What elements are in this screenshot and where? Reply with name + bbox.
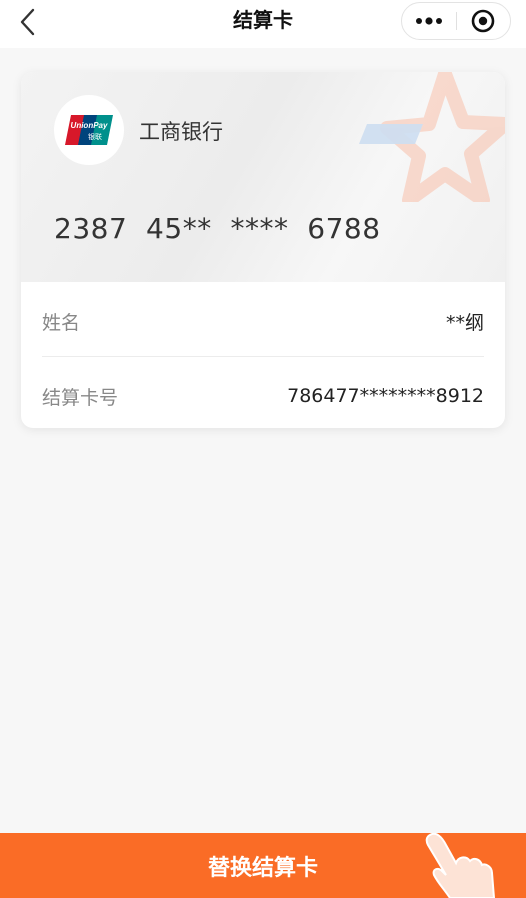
close-button[interactable] bbox=[456, 3, 510, 39]
pointing-hand-icon bbox=[425, 833, 496, 898]
star-watermark-icon bbox=[359, 72, 505, 202]
card-number-value: 786477********8912 bbox=[287, 385, 484, 407]
name-label: 姓名 bbox=[42, 311, 81, 334]
more-dots-icon bbox=[415, 17, 442, 25]
settlement-card: UnionPay 银联 工商银行 2387 45** **** 6788 姓名 … bbox=[21, 72, 505, 428]
target-close-icon bbox=[471, 9, 495, 33]
top-nav: 结算卡 bbox=[0, 0, 526, 48]
more-button[interactable] bbox=[402, 3, 456, 39]
unionpay-logo-icon: UnionPay 银联 bbox=[65, 115, 113, 145]
info-row-card-number: 结算卡号 786477********8912 bbox=[42, 359, 484, 428]
mini-program-capsule bbox=[401, 2, 511, 40]
info-row-name: 姓名 **纲 bbox=[42, 284, 484, 358]
svg-text:银联: 银联 bbox=[88, 132, 102, 141]
svg-text:UnionPay: UnionPay bbox=[71, 121, 108, 130]
card-face: UnionPay 银联 工商银行 2387 45** **** 6788 bbox=[21, 72, 505, 282]
bank-name: 工商银行 bbox=[139, 120, 223, 144]
replace-card-label: 替换结算卡 bbox=[207, 855, 318, 881]
name-value: **纲 bbox=[445, 311, 484, 334]
bank-logo: UnionPay 银联 bbox=[54, 95, 124, 165]
card-number: 2387 45** **** 6788 bbox=[54, 212, 381, 245]
row-divider bbox=[42, 356, 484, 357]
card-number-label: 结算卡号 bbox=[42, 386, 119, 409]
